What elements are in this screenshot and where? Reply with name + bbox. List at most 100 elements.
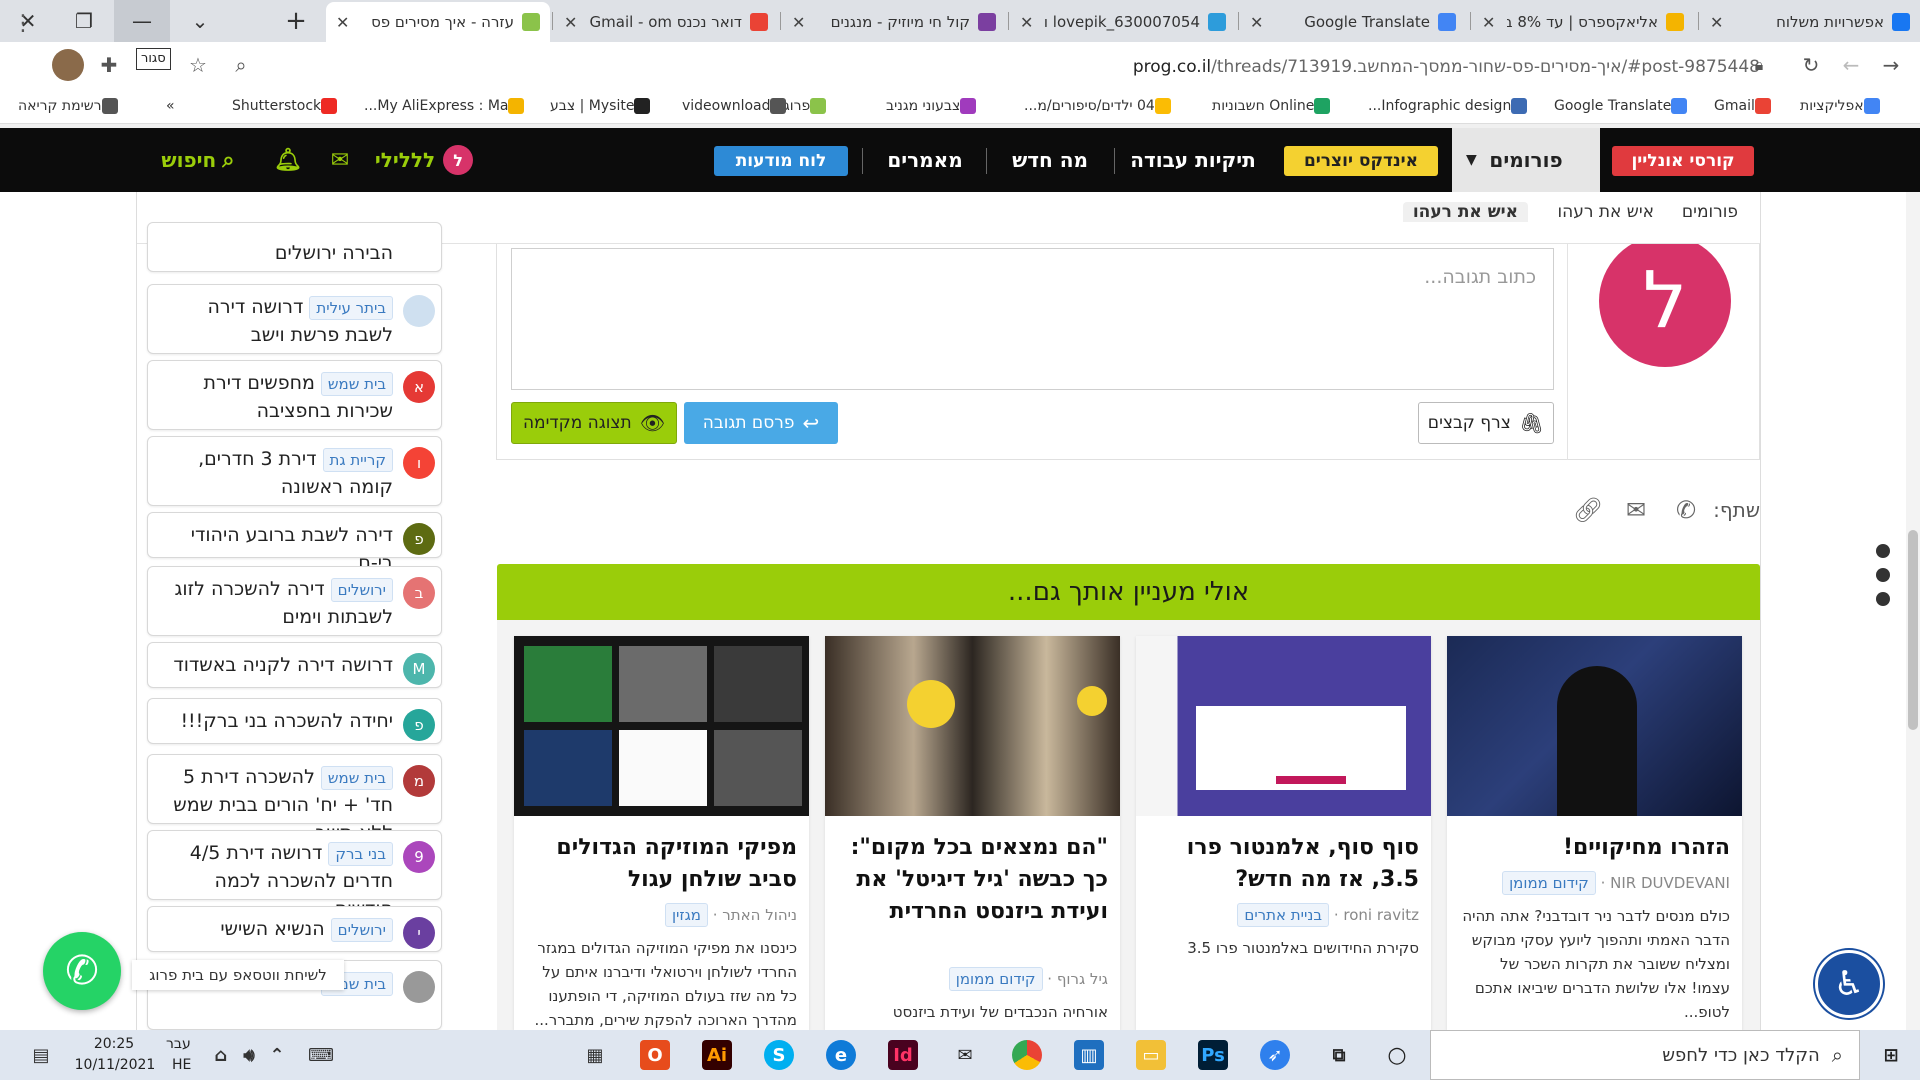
thread-prefix-tag[interactable]: קריית גת <box>322 448 393 472</box>
post-reply-button[interactable]: ↩ פרסם תגובה <box>684 402 838 444</box>
tab-search-icon[interactable]: ⌄ <box>172 0 228 42</box>
thread-list-item[interactable]: M דרושה דירה לקניה באשדוד <box>147 642 442 688</box>
tab-close-icon[interactable]: ✕ <box>1250 13 1263 32</box>
url-text[interactable]: prog.co.il/threads/713919.איך-מסירים-פס-… <box>250 52 1760 82</box>
window-minimize-icon[interactable]: — <box>114 0 170 42</box>
article-title[interactable]: מפיקי המוזיקה הגדולים סביב שולחן עגול <box>526 832 797 896</box>
reload-icon[interactable]: ↻ <box>1796 50 1826 80</box>
network-icon[interactable]: ⌂ <box>206 1040 236 1070</box>
article-category-tag[interactable]: מגזין <box>664 903 708 927</box>
nav-forums[interactable]: פורומים ▼ <box>1452 128 1600 192</box>
thread-prefix-tag[interactable]: ירושלים <box>330 918 393 942</box>
thread-prefix-tag[interactable]: בני ברק <box>328 842 393 866</box>
task-view-icon[interactable]: ⧉ <box>1324 1040 1354 1070</box>
tab-close-icon[interactable]: ✕ <box>1020 13 1033 32</box>
thread-list-item[interactable]: א בית שמשמחפשים דירת שכירות בחפציבה <box>147 360 442 430</box>
article-category-tag[interactable]: בניית אתרים <box>1237 903 1330 927</box>
thread-prefix-tag[interactable]: ביתר עילית <box>309 296 393 320</box>
article-category-tag[interactable]: קידום ממומן <box>1502 871 1596 895</box>
bell-icon[interactable]: 🔔︎ <box>270 128 306 192</box>
taskbar-date[interactable]: 10/11/2021 <box>70 1057 160 1073</box>
nav-user[interactable]: ל לללילי <box>374 128 474 192</box>
article-title[interactable]: סוף סוף, אלמנטור פרו 3.5, אז מה חדש? <box>1148 832 1419 896</box>
thread-list-item[interactable]: ב ירושליםדירה להשכרה לזוג לשבתות וימים <box>147 566 442 636</box>
thread-list-item[interactable]: פ יחידה להשכרה בני ברק!!! <box>147 698 442 744</box>
calculator-icon[interactable]: ▦ <box>580 1040 610 1070</box>
taskbar-time[interactable]: 20:25 <box>74 1036 154 1052</box>
tray-up-icon[interactable]: ⌃ <box>262 1040 292 1070</box>
browser-tab[interactable]: אפשרויות משלוח ✕ <box>1700 2 1920 42</box>
nav-online-courses[interactable]: קורסי אונליין <box>1612 146 1754 176</box>
preview-button[interactable]: 👁︎ תצוגה מקדימה <box>511 402 677 444</box>
nav-articles[interactable]: מאמרים <box>868 128 982 192</box>
browser-tab[interactable]: עזרה - איך מסירים פס ✕ <box>326 2 550 42</box>
related-article-card[interactable]: מפיקי המוזיקה הגדולים סביב שולחן עגול ניה… <box>514 636 809 1030</box>
breadcrumb-current[interactable]: איש את רעהו <box>1402 202 1528 222</box>
edge-icon[interactable]: e <box>826 1040 856 1070</box>
thread-list-item[interactable]: הבירה ירושלים <box>147 222 442 272</box>
more-options-dot[interactable] <box>1876 544 1890 558</box>
reply-editor[interactable] <box>511 248 1554 390</box>
thread-list-item[interactable]: ו קריית גתדירת 3 חדרים, קומה ראשונה <box>147 436 442 506</box>
illustrator-icon[interactable]: Ai <box>702 1040 732 1070</box>
thread-prefix-tag[interactable]: בית שמש <box>320 766 393 790</box>
nav-message-board[interactable]: לוח מודעות <box>714 146 848 176</box>
nav-whats-new[interactable]: מה חדש <box>990 128 1110 192</box>
bookmark-item[interactable]: videownload <box>682 95 792 117</box>
notifications-icon[interactable]: ▤ <box>26 1040 56 1070</box>
attach-files-button[interactable]: 🖇︎ צרף קבצים <box>1418 402 1554 444</box>
browser-tab[interactable]: קול חי מיוזיק - מנגנים ✕ <box>782 2 1006 42</box>
related-article-card[interactable]: "הם נמצאים בכל מקום": כך כבשה 'גיל דיגיט… <box>825 636 1120 1030</box>
skype-icon[interactable]: S <box>764 1040 794 1070</box>
thread-list-item[interactable]: מ בית שמשלהשכרה דירת 5 חד' + יח' הורים בב… <box>147 754 442 844</box>
mail-app-icon[interactable]: ✉ <box>950 1040 980 1070</box>
app-window-icon[interactable]: ▥ <box>1074 1040 1104 1070</box>
language-indicator-top[interactable]: עבר <box>166 1036 191 1052</box>
article-thumbnail[interactable] <box>1447 636 1742 816</box>
back-icon[interactable]: → <box>1876 50 1906 80</box>
scrollbar-thumb[interactable] <box>1908 530 1918 730</box>
article-author[interactable]: גיל גרוף <box>1057 970 1108 988</box>
bookmark-item[interactable]: אפליקציות <box>1800 95 1886 117</box>
article-title[interactable]: הזהרו מחיקויים! <box>1459 832 1730 864</box>
nav-portfolios[interactable]: תיקיות עבודה <box>1118 128 1268 192</box>
related-article-card[interactable]: סוף סוף, אלמנטור פרו 3.5, אז מה חדש? roni… <box>1136 636 1431 1030</box>
whatsapp-chat-button[interactable]: ✆ <box>43 932 121 1010</box>
tab-close-icon[interactable]: ✕ <box>564 13 577 32</box>
browser-app-icon[interactable]: ➶ <box>1260 1040 1290 1070</box>
bookmark-item[interactable]: My AliExpress : Ma... <box>364 95 530 117</box>
profile-avatar[interactable] <box>52 49 84 81</box>
tab-close-icon[interactable]: ✕ <box>1482 13 1495 32</box>
language-indicator-bottom[interactable]: HE <box>172 1057 191 1073</box>
taskbar-search[interactable]: ⌕ הקלד כאן כדי לחפש <box>1430 1030 1860 1080</box>
bookmark-item[interactable]: צבעוני מגניב <box>886 95 982 117</box>
thread-list-item[interactable]: פ דירה לשבת ברובע היהודי בי-ם <box>147 512 442 574</box>
browser-tab[interactable]: lovepik_630007054 ויר ✕ <box>1010 2 1236 42</box>
window-restore-icon[interactable]: ❐ <box>56 0 112 42</box>
nav-search[interactable]: ⌕ חיפוש <box>148 128 248 192</box>
bookmark-item[interactable]: רשימת קריאה <box>18 95 124 117</box>
bookmark-item[interactable]: Mysite | צבע <box>550 95 656 117</box>
thread-prefix-tag[interactable]: ירושלים <box>330 578 393 602</box>
bookmark-item[interactable]: Gmail <box>1714 95 1777 117</box>
link-share-icon[interactable]: 🔗︎ <box>1572 494 1604 526</box>
indesign-icon[interactable]: Id <box>888 1040 918 1070</box>
whatsapp-share-icon[interactable]: ✆ <box>1670 494 1702 526</box>
more-options-dot[interactable] <box>1876 568 1890 582</box>
lock-icon[interactable]: 🔒︎ <box>1744 50 1774 80</box>
related-article-card[interactable]: הזהרו מחיקויים! NIR DUVDEVANI · קידום ממו… <box>1447 636 1742 1030</box>
article-title[interactable]: "הם נמצאים בכל מקום": כך כבשה 'גיל דיגיט… <box>837 832 1108 928</box>
office-icon[interactable]: O <box>640 1040 670 1070</box>
thread-prefix-tag[interactable]: בית שמש <box>320 372 393 396</box>
article-thumbnail[interactable] <box>1136 636 1431 816</box>
mail-icon[interactable]: ✉ <box>322 128 358 192</box>
bookmark-star-icon[interactable]: ☆ <box>183 50 213 80</box>
new-tab-icon[interactable]: + <box>268 0 324 42</box>
article-author[interactable]: ניהול האתר <box>722 906 797 924</box>
start-icon[interactable]: ⊞ <box>1876 1040 1906 1070</box>
thread-list-item[interactable]: י ירושליםהנשיא השישי <box>147 906 442 952</box>
accessibility-button[interactable]: ♿︎ <box>1815 950 1883 1018</box>
menu-dots-icon[interactable]: ⋮ <box>8 8 38 38</box>
bookmarks-overflow-icon[interactable]: » <box>166 95 175 117</box>
bookmark-item[interactable]: 04 ילדים/סיפורים/מ... <box>1024 95 1177 117</box>
